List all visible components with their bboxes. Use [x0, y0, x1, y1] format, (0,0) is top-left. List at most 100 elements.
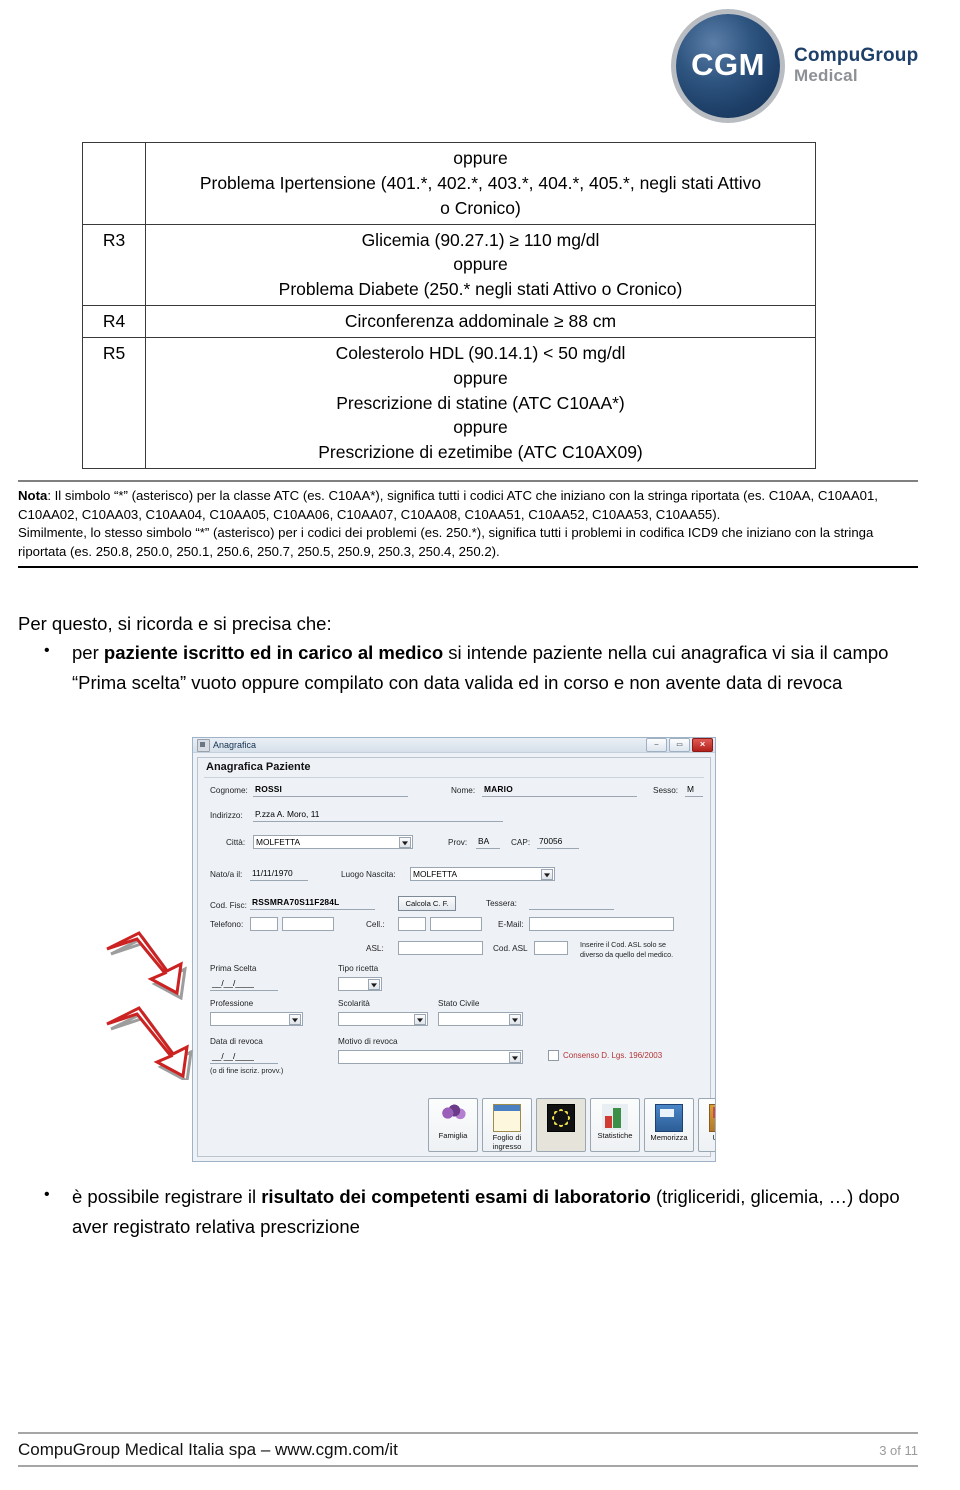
telefono-prefix-field[interactable] [250, 917, 278, 931]
famiglia-label: Famiglia [438, 1131, 468, 1140]
bullet-marker-icon: • [44, 1186, 50, 1203]
cgm-logo-line2: Medical [794, 66, 858, 86]
foglio-ingresso-label: Foglio di ingresso [492, 1133, 522, 1151]
asl-hint-line2: diverso da quello del medico. [580, 950, 674, 959]
consenso-checkbox-row[interactable]: Consenso D. Lgs. 196/2003 [548, 1050, 662, 1061]
cognome-field[interactable]: ROSSI [253, 783, 408, 797]
prima-scelta-field[interactable]: __/__/____ [210, 977, 278, 991]
prov-field[interactable]: BA [476, 835, 500, 849]
chevron-down-icon[interactable] [368, 979, 380, 990]
luogo-nascita-value: MOLFETTA [413, 869, 458, 879]
bullet2-pre: è possibile registrare il [72, 1186, 262, 1207]
stato-civile-combobox[interactable] [438, 1012, 523, 1026]
bullet1-bold: paziente iscritto ed in carico al medico [103, 642, 444, 663]
annotation-arrow-data-revoca [106, 1006, 193, 1080]
anagrafica-window-screenshot: Anagrafica – ▭ ✕ Anagrafica Paziente Cog… [192, 737, 716, 1162]
chevron-down-icon[interactable] [414, 1014, 426, 1025]
consenso-label: Consenso D. Lgs. 196/2003 [563, 1051, 663, 1060]
exit-icon [709, 1104, 715, 1132]
label-luogo-nascita: Luogo Nascita: [341, 870, 396, 879]
row-id-cell: R3 [82, 223, 146, 307]
maximize-button[interactable]: ▭ [669, 738, 690, 752]
label-indirizzo: Indirizzo: [210, 811, 243, 820]
tipo-ricetta-combobox[interactable] [338, 977, 382, 991]
row-id-cell: R4 [82, 305, 146, 338]
chevron-down-icon[interactable] [289, 1014, 301, 1025]
asl-field[interactable] [398, 941, 483, 955]
email-field[interactable] [529, 917, 674, 931]
foglio-ingresso-button[interactable]: Foglio di ingresso [482, 1098, 532, 1152]
eu-button[interactable] [536, 1098, 586, 1152]
cell-number-field[interactable] [430, 917, 482, 931]
professione-combobox[interactable] [210, 1012, 303, 1026]
label-citta: Città: [226, 838, 246, 847]
nota-paragraph-1-text: : Il simbolo “*” (asterisco) per la clas… [18, 488, 878, 522]
sesso-field[interactable]: M [685, 783, 703, 797]
row-body-cell: oppure Problema Ipertensione (401.*, 402… [145, 142, 816, 225]
cod-asl-field[interactable] [534, 941, 568, 955]
motivo-revoca-combobox[interactable] [338, 1050, 523, 1064]
window-app-icon [197, 738, 210, 752]
data-revoca-field[interactable]: __/__/____ [210, 1050, 278, 1064]
minimize-button[interactable]: – [646, 738, 667, 752]
maximize-icon: ▭ [676, 741, 683, 749]
statistiche-button[interactable]: Statistiche [590, 1098, 640, 1152]
luogo-nascita-combobox[interactable]: MOLFETTA [410, 867, 555, 881]
row-line: Circonferenza addominale ≥ 88 cm [344, 311, 617, 332]
table-row: R4 Circonferenza addominale ≥ 88 cm [82, 305, 816, 338]
cell-prefix-field[interactable] [398, 917, 426, 931]
statistics-icon [602, 1104, 628, 1130]
label-cognome: Cognome: [210, 786, 248, 795]
chevron-down-icon[interactable] [509, 1052, 521, 1063]
cod-fisc-field[interactable]: RSSMRA70S11F284L [250, 896, 375, 910]
cap-field[interactable]: 70056 [537, 835, 579, 849]
fine-iscrizione-hint: (o di fine iscriz. provv.) [210, 1066, 284, 1075]
entry-sheet-icon [493, 1104, 521, 1132]
row-line: Glicemia (90.27.1) ≥ 110 mg/dl [361, 229, 600, 250]
table-row: oppure Problema Ipertensione (401.*, 402… [82, 142, 816, 225]
window-title: Anagrafica [213, 740, 257, 750]
label-professione: Professione [210, 999, 254, 1008]
nota-block: Nota: Il simbolo “*” (asterisco) per la … [18, 480, 918, 568]
nome-field[interactable]: MARIO [482, 783, 637, 797]
annotation-arrow-prima-scelta [106, 931, 187, 1000]
save-icon [655, 1104, 683, 1132]
telefono-number-field[interactable] [282, 917, 334, 931]
panel-divider [204, 777, 704, 778]
footer-text: CompuGroup Medical Italia spa – www.cgm.… [18, 1440, 398, 1459]
close-button[interactable]: ✕ [692, 738, 713, 752]
label-asl: ASL: [366, 944, 384, 953]
row-body-cell: Glicemia (90.27.1) ≥ 110 mg/dl oppure Pr… [145, 223, 816, 307]
famiglia-button[interactable]: Famiglia [428, 1098, 478, 1152]
memorizza-button[interactable]: Memorizza [644, 1098, 694, 1152]
calcola-cf-button[interactable]: Calcola C. F. [398, 896, 456, 911]
row-body-cell: Circonferenza addominale ≥ 88 cm [145, 305, 816, 338]
label-prov: Prov: [448, 838, 468, 847]
cgm-logo-line1: CompuGroup [794, 45, 919, 66]
label-email: E-Mail: [498, 920, 524, 929]
chevron-down-icon[interactable] [509, 1014, 521, 1025]
nato-field[interactable]: 11/11/1970 [250, 867, 308, 881]
row-line: oppure [453, 367, 508, 388]
tessera-field[interactable] [529, 896, 614, 910]
chevron-down-icon[interactable] [541, 869, 553, 880]
window-titlebar: Anagrafica – ▭ ✕ [193, 738, 715, 753]
bullet-item-paziente: • per paziente iscritto ed in carico al … [44, 638, 912, 698]
bullet-text: è possibile registrare il risultato dei … [72, 1182, 912, 1242]
memorizza-label: Memorizza [650, 1133, 688, 1142]
indirizzo-field[interactable]: P.zza A. Moro, 11 [253, 808, 503, 822]
close-icon: ✕ [699, 741, 706, 749]
family-icon [440, 1104, 466, 1130]
consenso-checkbox[interactable] [548, 1050, 559, 1061]
criteria-table: oppure Problema Ipertensione (401.*, 402… [82, 142, 816, 470]
uscita-button[interactable]: Uscita [698, 1098, 715, 1152]
citta-combobox[interactable]: MOLFETTA [253, 835, 413, 849]
page-footer: CompuGroup Medical Italia spa – www.cgm.… [18, 1432, 918, 1467]
bullet-text: per paziente iscritto ed in carico al me… [72, 638, 912, 698]
table-row: R5 Colesterolo HDL (90.14.1) < 50 mg/dl … [82, 336, 816, 470]
cgm-logo-badge: CGM [676, 14, 780, 118]
eu-flag-icon [547, 1104, 575, 1132]
nota-paragraph-1: Nota: Il simbolo “*” (asterisco) per la … [18, 487, 918, 524]
scolarita-combobox[interactable] [338, 1012, 428, 1026]
chevron-down-icon[interactable] [399, 837, 411, 848]
